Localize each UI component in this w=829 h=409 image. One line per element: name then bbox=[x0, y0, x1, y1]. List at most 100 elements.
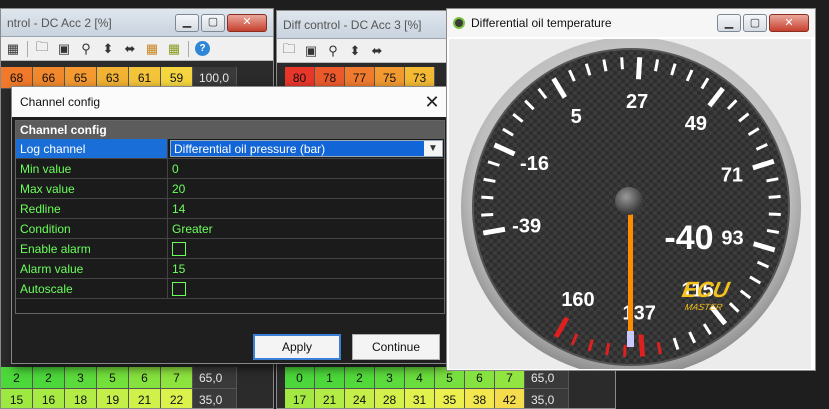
gauge-window: Differential oil temperature ▁ ▢ ✕ -39 -… bbox=[446, 8, 816, 371]
gauge-tick bbox=[623, 344, 627, 357]
max-value-field[interactable]: 20 bbox=[168, 179, 444, 198]
rows-icon[interactable]: ⬌ bbox=[369, 43, 385, 59]
property-row-min-value[interactable]: Min value 0 bbox=[16, 159, 444, 179]
open-icon[interactable]: 🗀 bbox=[281, 41, 297, 59]
dialog-titlebar[interactable]: Channel config ✕ bbox=[12, 87, 446, 117]
grid-icon[interactable]: ▦ bbox=[5, 41, 21, 57]
condition-field[interactable]: Greater bbox=[168, 219, 444, 238]
table-cell[interactable]: 5 bbox=[97, 367, 129, 389]
gauge-titlebar[interactable]: Differential oil temperature ▁ ▢ ✕ bbox=[447, 9, 815, 37]
gauge-scale-label: 160 bbox=[561, 289, 594, 311]
table-cell[interactable]: 18 bbox=[65, 389, 97, 408]
enable-alarm-checkbox[interactable] bbox=[172, 241, 186, 256]
property-row-log-channel[interactable]: Log channel Differential oil pressure (b… bbox=[16, 139, 444, 159]
network-icon[interactable]: ⚲ bbox=[325, 43, 341, 59]
gauge-needle-tip bbox=[627, 331, 634, 347]
columns-icon[interactable]: ⬍ bbox=[100, 41, 116, 57]
property-row-enable-alarm[interactable]: Enable alarm bbox=[16, 239, 444, 259]
open-icon[interactable]: 🗀 bbox=[34, 39, 50, 57]
autoscale-checkbox[interactable] bbox=[172, 281, 186, 296]
table-cell[interactable]: 19 bbox=[97, 389, 129, 408]
table-cell[interactable]: 7 bbox=[161, 367, 193, 389]
table-cell[interactable]: 2 bbox=[33, 367, 65, 389]
heatmap-alt-icon[interactable]: ▦ bbox=[166, 41, 182, 57]
property-row-alarm-value[interactable]: Alarm value 15 bbox=[16, 259, 444, 279]
table-row: 2 2 3 5 6 7 65,0 bbox=[1, 367, 237, 389]
gauge-scale-label: 93 bbox=[721, 227, 743, 249]
gauge-tick bbox=[654, 59, 660, 72]
gauge-tick bbox=[602, 59, 608, 72]
close-button[interactable]: ✕ bbox=[227, 13, 267, 32]
table-cell[interactable]: 4 bbox=[405, 367, 435, 389]
network-icon[interactable]: ⚲ bbox=[78, 41, 94, 57]
gauge-scale-label: 5 bbox=[571, 106, 582, 128]
property-row-autoscale[interactable]: Autoscale bbox=[16, 279, 444, 299]
property-key: Redline bbox=[16, 199, 168, 218]
property-row-redline[interactable]: Redline 14 bbox=[16, 199, 444, 219]
property-row-max-value[interactable]: Max value 20 bbox=[16, 179, 444, 199]
gauge-tick bbox=[605, 342, 611, 356]
table-cell[interactable]: 65,0 bbox=[193, 367, 237, 389]
minimize-button[interactable]: ▁ bbox=[175, 13, 199, 32]
window-titlebar[interactable]: ntrol - DC Acc 2 [%] ▁ ▢ ✕ bbox=[1, 9, 273, 37]
table-cell[interactable]: 2 bbox=[345, 367, 375, 389]
min-value-field[interactable]: 0 bbox=[168, 159, 444, 178]
table-cell[interactable]: 35,0 bbox=[193, 389, 237, 408]
gauge-hub bbox=[615, 187, 643, 215]
toolbar-separator bbox=[188, 40, 189, 57]
heatmap-icon[interactable]: ▦ bbox=[144, 41, 160, 57]
dialog-title: Channel config bbox=[20, 95, 101, 109]
table-cell[interactable]: 31 bbox=[405, 389, 435, 408]
table-cell[interactable]: 1 bbox=[315, 367, 345, 389]
table-cell[interactable]: 28 bbox=[375, 389, 405, 408]
gauge-tick bbox=[481, 212, 494, 217]
alarm-value-field[interactable]: 15 bbox=[168, 259, 444, 278]
toolbar: ▦ 🗀 ▣ ⚲ ⬍ ⬌ ▦ ▦ ? bbox=[1, 37, 273, 61]
gauge-tick bbox=[635, 57, 643, 80]
property-section-header: Channel config bbox=[16, 121, 444, 139]
property-key: Alarm value bbox=[16, 259, 168, 278]
maximize-button[interactable]: ▢ bbox=[201, 13, 225, 32]
help-icon[interactable]: ? bbox=[195, 41, 210, 56]
table-cell[interactable]: 35,0 bbox=[525, 389, 569, 408]
property-key: Min value bbox=[16, 159, 168, 178]
minimize-button[interactable]: ▁ bbox=[717, 14, 741, 32]
table-cell[interactable]: 3 bbox=[375, 367, 405, 389]
maximize-button[interactable]: ▢ bbox=[743, 14, 767, 32]
continue-button[interactable]: Continue bbox=[352, 334, 440, 360]
autoscale-cell bbox=[168, 279, 444, 298]
rows-icon[interactable]: ⬌ bbox=[122, 41, 138, 57]
table-cell[interactable]: 3 bbox=[65, 367, 97, 389]
log-channel-select[interactable]: Differential oil pressure (bar) ▼ bbox=[170, 140, 443, 157]
gauge-needle bbox=[628, 207, 633, 339]
table-cell[interactable]: 21 bbox=[315, 389, 345, 408]
table-cell[interactable]: 38 bbox=[465, 389, 495, 408]
table-cell[interactable]: 16 bbox=[33, 389, 65, 408]
apply-button[interactable]: Apply bbox=[253, 334, 341, 360]
table-cell[interactable]: 6 bbox=[129, 367, 161, 389]
table-cell[interactable]: 21 bbox=[129, 389, 161, 408]
chevron-down-icon[interactable]: ▼ bbox=[424, 141, 442, 156]
table-cell[interactable]: 15 bbox=[1, 389, 33, 408]
table-cell[interactable]: 0 bbox=[285, 367, 315, 389]
redline-field[interactable]: 14 bbox=[168, 199, 444, 218]
app-icon bbox=[453, 17, 465, 29]
columns-icon[interactable]: ⬍ bbox=[347, 43, 363, 59]
save-icon[interactable]: ▣ bbox=[56, 41, 72, 57]
table-cell[interactable]: 42 bbox=[495, 389, 525, 408]
table-cell[interactable]: 24 bbox=[345, 389, 375, 408]
gauge-value-readout: -40 bbox=[664, 219, 713, 257]
gauge-tick bbox=[638, 334, 646, 357]
table-cell[interactable]: 35 bbox=[435, 389, 465, 408]
gauge-tick bbox=[481, 195, 494, 200]
table-cell[interactable]: 22 bbox=[161, 389, 193, 408]
table-row: 17 21 24 28 31 35 38 42 35,0 bbox=[285, 389, 569, 408]
svg-text:MASTER: MASTER bbox=[684, 302, 724, 312]
close-button[interactable]: ✕ bbox=[769, 14, 809, 32]
property-row-condition[interactable]: Condition Greater bbox=[16, 219, 444, 239]
table-cell[interactable]: 2 bbox=[1, 367, 33, 389]
window-title: ntrol - DC Acc 2 [%] bbox=[7, 15, 112, 30]
save-icon[interactable]: ▣ bbox=[303, 43, 319, 59]
table-cell[interactable]: 17 bbox=[285, 389, 315, 408]
dialog-close-icon[interactable]: ✕ bbox=[418, 92, 446, 113]
